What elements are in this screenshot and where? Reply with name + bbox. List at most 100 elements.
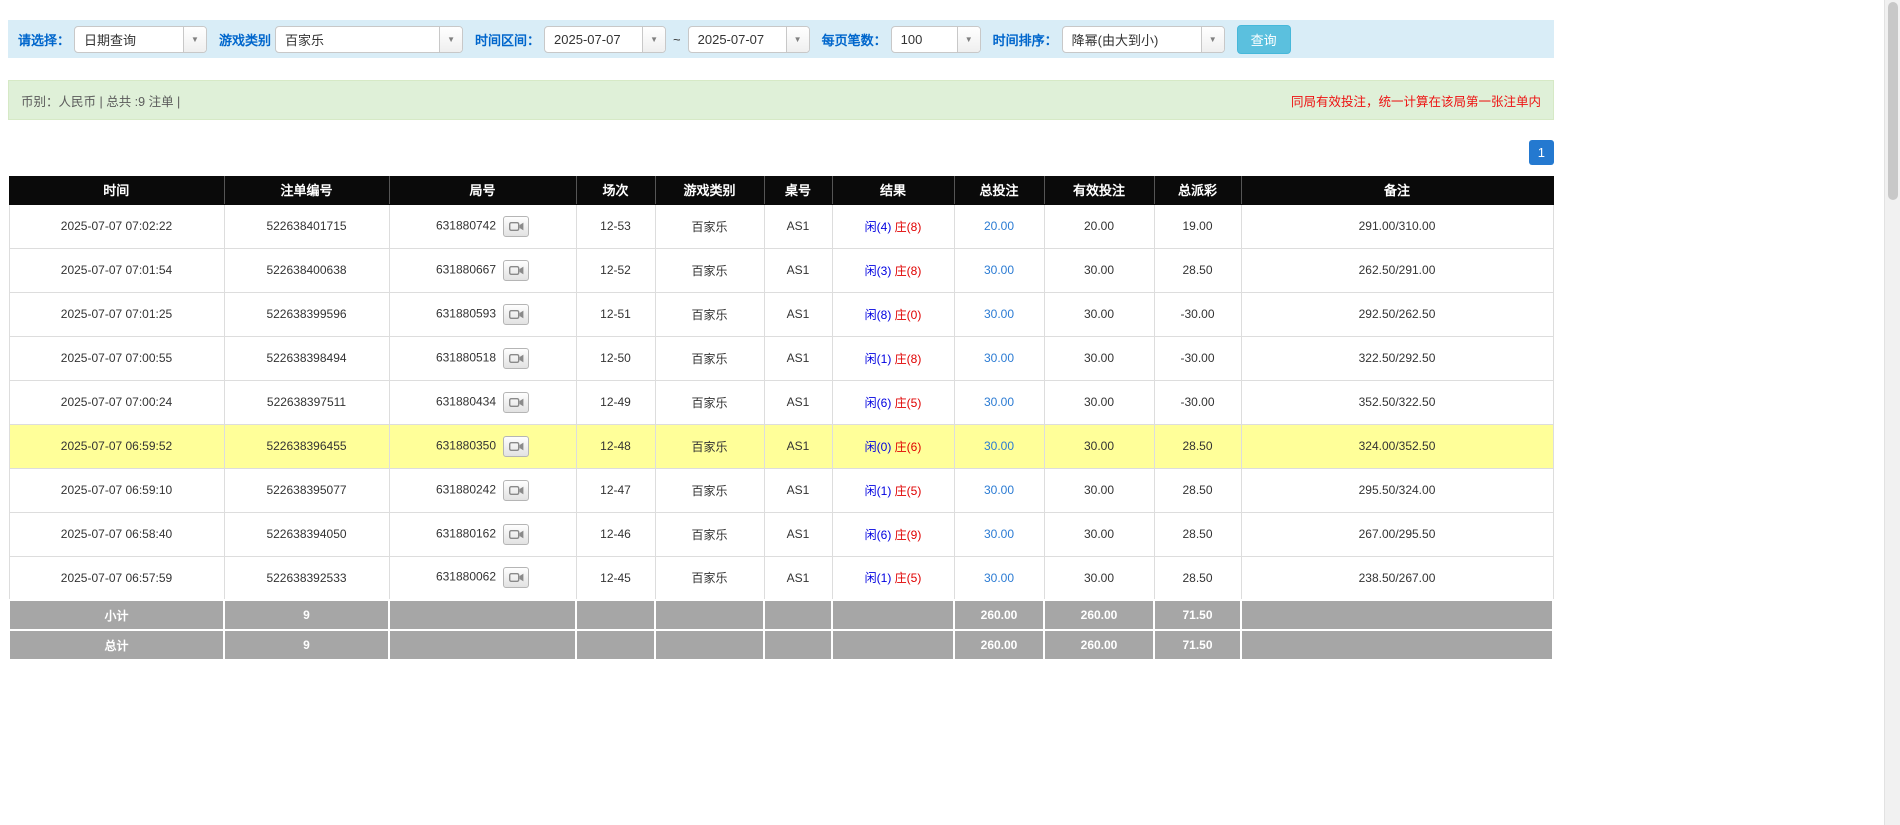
time-cell: 2025-07-07 07:02:22 — [8, 203, 225, 249]
chevron-down-icon[interactable]: ▼ — [642, 26, 666, 52]
table-row[interactable]: 2025-07-07 06:59:52 522638396455 631880350… — [8, 423, 1554, 469]
table-row[interactable]: 2025-07-07 06:57:59 522638392533 631880062… — [8, 555, 1554, 601]
pagination: 1 — [8, 140, 1554, 166]
total-bet-link[interactable]: 30.00 — [984, 439, 1014, 453]
total-bet-link[interactable]: 30.00 — [984, 307, 1014, 321]
grand-total-payout-cell: 71.50 — [1153, 629, 1242, 661]
grand-total-table-no-cell — [763, 629, 833, 661]
pagination-page-1[interactable]: 1 — [1528, 140, 1554, 165]
table-no-cell: AS1 — [763, 379, 833, 425]
remark-cell: 267.00/295.50 — [1240, 511, 1554, 557]
round-id: 631880742 — [435, 218, 497, 233]
game-type-cell: 百家乐 — [654, 203, 765, 249]
chevron-down-icon[interactable]: ▼ — [183, 26, 207, 52]
payout-cell: 28.50 — [1153, 511, 1242, 557]
table-row[interactable]: 2025-07-07 07:01:25 522638399596 631880593… — [8, 291, 1554, 337]
column-header-result: 结果 — [832, 176, 955, 205]
payout-cell: 28.50 — [1153, 555, 1242, 601]
table-row[interactable]: 2025-07-07 07:01:54 522638400638 631880667… — [8, 247, 1554, 293]
valid-bet-cell: 30.00 — [1043, 423, 1155, 469]
total-bet-link[interactable]: 30.00 — [984, 483, 1014, 497]
per-page-value: 100 — [900, 31, 923, 47]
table-no-cell: AS1 — [763, 555, 833, 601]
scrollbar-thumb[interactable] — [1888, 2, 1898, 200]
video-replay-icon[interactable] — [503, 303, 530, 325]
vertical-scrollbar[interactable] — [1884, 0, 1900, 825]
banker-result: 庄(5) — [894, 483, 922, 498]
grand-total-game-cell — [654, 629, 765, 661]
game-type-label: 游戏类别 — [219, 32, 272, 48]
table-no-cell: AS1 — [763, 291, 833, 337]
column-header-remark: 备注 — [1241, 176, 1554, 205]
video-replay-icon[interactable] — [503, 215, 530, 237]
query-type-select[interactable]: 日期查询 ▼ — [74, 25, 208, 53]
subtotal-round-cell — [388, 599, 577, 631]
valid-bet-cell: 30.00 — [1043, 467, 1155, 513]
subtotal-result-cell — [831, 599, 955, 631]
main-content: 请选择： 日期查询 ▼ 游戏类别 百家乐 ▼ 时间区间： 2025-07-07 … — [8, 20, 1554, 661]
column-header-payout: 总派彩 — [1154, 176, 1242, 205]
game-type-select[interactable]: 百家乐 ▼ — [275, 25, 464, 53]
total-bet-link[interactable]: 30.00 — [984, 571, 1014, 585]
date-to-value: 2025-07-07 — [697, 31, 765, 47]
video-replay-icon[interactable] — [503, 391, 530, 413]
total-bet-cell: 30.00 — [953, 467, 1045, 513]
table-row[interactable]: 2025-07-07 06:58:40 522638394050 631880162… — [8, 511, 1554, 557]
per-page-label: 每页笔数： — [821, 32, 887, 48]
valid-bet-cell: 30.00 — [1043, 511, 1155, 557]
time-sort-select[interactable]: 降幂(由大到小) ▼ — [1061, 25, 1225, 53]
grand-total-row: 总计 9 260.00 260.00 71.50 — [8, 629, 1554, 661]
table-row[interactable]: 2025-07-07 07:00:24 522638397511 631880434… — [8, 379, 1554, 425]
session-cell: 12-45 — [575, 555, 656, 601]
video-replay-icon[interactable] — [503, 523, 530, 545]
table-row[interactable]: 2025-07-07 07:00:55 522638398494 631880518… — [8, 335, 1554, 381]
game-type-cell: 百家乐 — [654, 379, 765, 425]
video-replay-icon[interactable] — [503, 479, 530, 501]
table-no-cell: AS1 — [763, 335, 833, 381]
query-button[interactable]: 查询 — [1236, 24, 1291, 54]
per-page-select[interactable]: 100 ▼ — [890, 25, 981, 53]
table-row[interactable]: 2025-07-07 06:59:10 522638395077 631880242… — [8, 467, 1554, 513]
total-bet-link[interactable]: 30.00 — [984, 263, 1014, 277]
payout-cell: 19.00 — [1153, 203, 1242, 249]
video-replay-icon[interactable] — [503, 347, 530, 369]
game-type-value: 百家乐 — [285, 32, 325, 48]
time-cell: 2025-07-07 07:00:24 — [8, 379, 225, 425]
round-cell: 631880242 — [388, 467, 577, 513]
subtotal-row: 小计 9 260.00 260.00 71.50 — [8, 599, 1554, 631]
video-replay-icon[interactable] — [503, 259, 530, 281]
query-type-value: 日期查询 — [84, 32, 137, 48]
game-type-cell: 百家乐 — [654, 555, 765, 601]
game-type-cell: 百家乐 — [654, 247, 765, 293]
currency-total-text: 币别：人民币 | 总共 :9 注单 | — [21, 94, 181, 109]
total-bet-link[interactable]: 20.00 — [984, 219, 1014, 233]
grand-total-remark-cell — [1240, 629, 1554, 661]
total-bet-cell: 30.00 — [953, 423, 1045, 469]
time-cell: 2025-07-07 06:57:59 — [8, 555, 225, 601]
chevron-down-icon[interactable]: ▼ — [439, 26, 463, 52]
total-bet-link[interactable]: 30.00 — [984, 351, 1014, 365]
result-cell: 闲(6) 庄(5) — [831, 379, 955, 425]
subtotal-game-cell — [654, 599, 765, 631]
round-id: 631880593 — [435, 306, 497, 321]
table-row[interactable]: 2025-07-07 07:02:22 522638401715 631880742… — [8, 203, 1554, 249]
date-from-select[interactable]: 2025-07-07 ▼ — [544, 25, 667, 53]
grand-total-round-cell — [388, 629, 577, 661]
chevron-down-icon[interactable]: ▼ — [785, 26, 809, 52]
video-replay-icon[interactable] — [503, 567, 530, 589]
date-to-select[interactable]: 2025-07-07 ▼ — [687, 25, 810, 53]
remark-cell: 262.50/291.00 — [1240, 247, 1554, 293]
remark-cell: 322.50/292.50 — [1240, 335, 1554, 381]
chevron-down-icon[interactable]: ▼ — [1200, 26, 1224, 52]
chevron-down-icon[interactable]: ▼ — [956, 26, 980, 52]
column-header-bet-id: 注单编号 — [224, 176, 390, 205]
round-cell: 631880350 — [388, 423, 577, 469]
round-cell: 631880667 — [388, 247, 577, 293]
video-replay-icon[interactable] — [503, 435, 530, 457]
round-cell: 631880518 — [388, 335, 577, 381]
column-header-total-bet: 总投注 — [954, 176, 1045, 205]
total-bet-link[interactable]: 30.00 — [984, 527, 1014, 541]
query-type-label: 请选择： — [18, 32, 71, 48]
grand-total-session-cell — [575, 629, 656, 661]
total-bet-link[interactable]: 30.00 — [984, 395, 1014, 409]
